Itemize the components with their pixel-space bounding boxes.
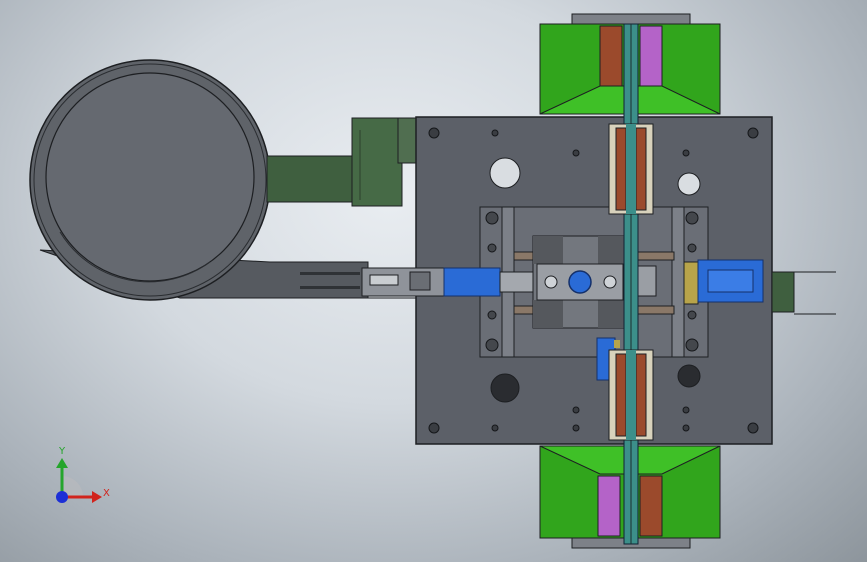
- lower-slide-guide[interactable]: [608, 349, 654, 441]
- vertical-track[interactable]: [623, 23, 639, 545]
- clamp-block[interactable]: [532, 235, 627, 329]
- cad-graphics-viewport[interactable]: Y X: [0, 0, 867, 562]
- feeder-chute[interactable]: [266, 117, 417, 207]
- triad-y-label: Y: [58, 446, 66, 457]
- triad-z-axis: [56, 491, 68, 503]
- assembly-drawing[interactable]: Y X: [0, 0, 867, 562]
- upper-slide-guide[interactable]: [608, 123, 654, 215]
- left-pusher-cylinder[interactable]: [361, 267, 534, 297]
- triad-x-label: X: [103, 488, 110, 499]
- reference-triad: Y X: [56, 446, 110, 503]
